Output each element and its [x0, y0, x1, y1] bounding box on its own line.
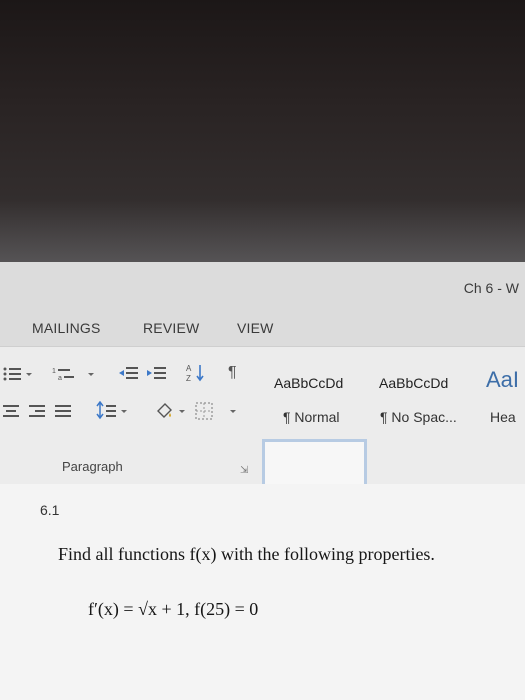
style-no-spacing-label[interactable]: ¶ No Spac... [380, 409, 457, 425]
paragraph-group-label: Paragraph [62, 459, 123, 474]
svg-text:Z: Z [186, 374, 191, 383]
decrease-indent-icon[interactable] [118, 365, 140, 383]
style-normal-sample: AaBbCcDd [274, 375, 344, 391]
align-right-icon[interactable] [28, 403, 46, 419]
paragraph-launcher-icon[interactable]: ⇲ [240, 465, 248, 476]
ribbon-home: 1 a A Z ¶ AaBbCcDd ¶ Normal AaBbCcDd ¶ N… [0, 346, 525, 525]
style-no-spacing-sample[interactable]: AaBbCcDd [379, 375, 448, 391]
svg-text:a: a [58, 375, 62, 382]
style-heading-label[interactable]: Hea [490, 409, 516, 425]
style-heading-sample[interactable]: AaI [486, 367, 519, 393]
svg-text:A: A [186, 364, 192, 373]
borders-icon[interactable] [194, 401, 240, 421]
shading-icon[interactable] [154, 401, 188, 421]
increase-indent-icon[interactable] [146, 365, 168, 383]
style-normal-label: ¶ Normal [283, 409, 340, 425]
line-spacing-icon[interactable] [96, 401, 130, 421]
question-text: Find all functions f(x) with the followi… [58, 544, 435, 564]
tab-view[interactable]: VIEW [237, 320, 274, 336]
numbering-icon[interactable]: 1 a [52, 365, 102, 383]
justify-icon[interactable] [54, 403, 72, 419]
document-title: Ch 6 - W [463, 280, 519, 296]
bullets-icon[interactable] [2, 365, 42, 383]
align-center-icon[interactable] [2, 403, 20, 419]
svg-text:1: 1 [52, 368, 56, 375]
document-page[interactable]: 6.1 Find all functions f(x) with the fol… [0, 484, 525, 700]
tab-mailings[interactable]: MAILINGS [32, 320, 101, 336]
formula-text: f′(x) = √x + 1, f(25) = 0 [88, 599, 259, 619]
sort-icon[interactable]: A Z [186, 363, 208, 383]
section-number: 6.1 [40, 502, 60, 518]
tab-review[interactable]: REVIEW [143, 320, 199, 336]
word-window: Ch 6 - W MAILINGS REVIEW VIEW 1 a A Z ¶ … [0, 262, 525, 700]
show-formatting-icon[interactable]: ¶ [228, 365, 237, 381]
